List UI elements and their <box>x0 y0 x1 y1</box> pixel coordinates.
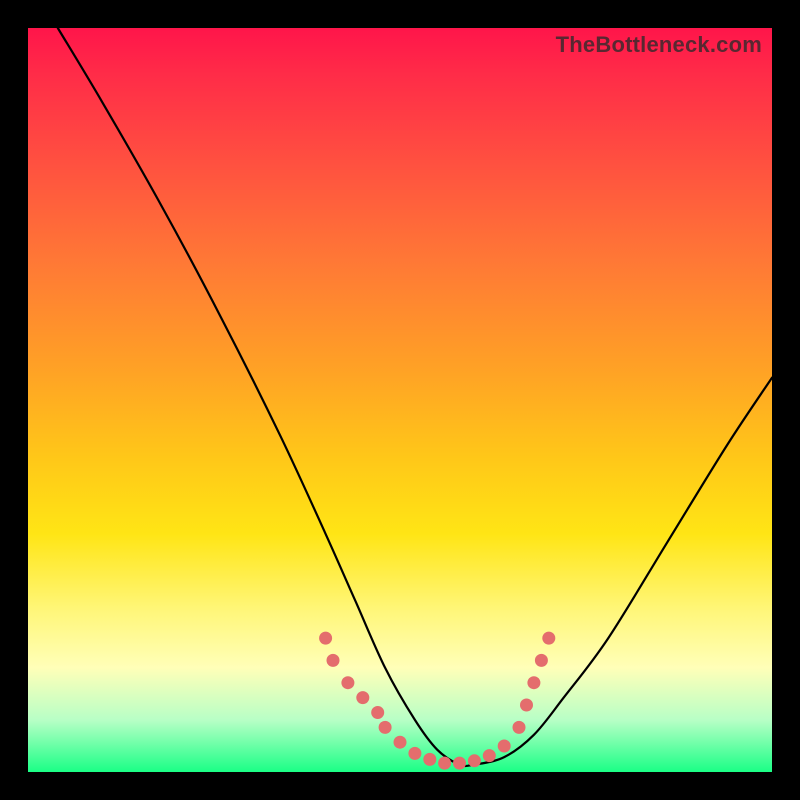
curve-marker <box>527 676 540 689</box>
curve-marker <box>341 676 354 689</box>
chart-frame: TheBottleneck.com <box>0 0 800 800</box>
curve-marker <box>438 757 451 770</box>
curve-marker <box>498 740 511 753</box>
curve-marker <box>394 736 407 749</box>
curve-marker <box>468 754 481 767</box>
curve-marker <box>356 691 369 704</box>
plot-area: TheBottleneck.com <box>28 28 772 772</box>
curve-marker <box>542 632 555 645</box>
curve-marker <box>371 706 384 719</box>
curve-marker <box>513 721 526 734</box>
curve-marker <box>483 749 496 762</box>
curve-marker <box>453 757 466 770</box>
curve-marker <box>408 747 421 760</box>
bottleneck-curve <box>58 28 772 766</box>
curve-marker <box>520 699 533 712</box>
curve-marker <box>327 654 340 667</box>
curve-marker <box>319 632 332 645</box>
curve-layer <box>28 28 772 772</box>
curve-marker <box>423 753 436 766</box>
curve-marker <box>535 654 548 667</box>
curve-marker <box>379 721 392 734</box>
